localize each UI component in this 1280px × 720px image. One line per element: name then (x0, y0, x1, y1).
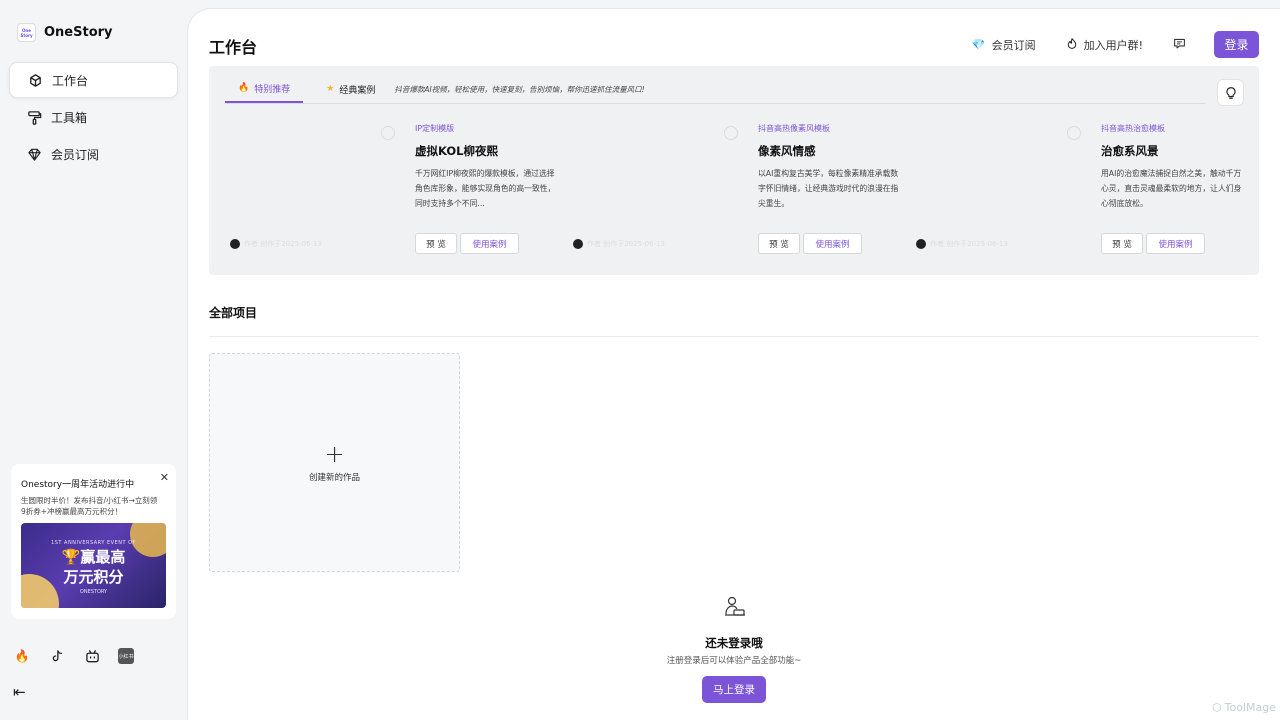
feature-hint: 抖音爆款AI视频，轻松使用，快速复刻，告别烦恼，帮你迅速抓住流量风口! (394, 84, 645, 94)
membership-label: 会员订阅 (991, 38, 1036, 52)
sidebar-item-toolbox[interactable]: 工具箱 (9, 99, 178, 135)
app-name: OneStory (44, 25, 113, 40)
close-icon[interactable]: ✕ (160, 471, 169, 484)
plus-icon: + (324, 439, 345, 468)
feature-tabs: 🔥 特别推荐 ★ 经典案例 抖音爆款AI视频，轻松使用，快速复刻，告别烦恼，帮你… (225, 76, 1205, 104)
preview-button[interactable]: 预 览 (415, 233, 457, 254)
fire-icon: 🔥 (238, 83, 250, 93)
promo-title: Onestory一周年活动进行中 (21, 480, 135, 490)
xiaohongshu-icon[interactable]: 小红书 (118, 648, 134, 664)
create-project-card[interactable]: + 创建新的作品 (209, 353, 460, 572)
promo-banner[interactable]: 1ST ANNIVERSARY EVENT OF 🏆赢最高 万元积分 ONEST… (21, 523, 166, 608)
diamond-icon: 💎 (971, 38, 986, 51)
avatar (230, 239, 240, 249)
section-title: 全部项目 (209, 306, 258, 320)
login-button[interactable]: 登录 (1214, 31, 1259, 58)
card-actions: 预 览 使用案例 (758, 233, 865, 254)
empty-title: 还未登录哦 (705, 636, 763, 650)
page-title: 工作台 (209, 38, 258, 57)
avatar (573, 239, 583, 249)
template-card[interactable]: 作者 创作于2025-06-13 抖音高热像素风模板 像素风情感 以AI重构复古… (552, 121, 898, 261)
brand[interactable]: One Story OneStory (17, 23, 113, 42)
use-case-button[interactable]: 使用案例 (1146, 233, 1205, 254)
tab-classic-cases[interactable]: ★ 经典案例 (313, 75, 388, 103)
fire-icon[interactable]: 🔥 (13, 647, 31, 665)
paint-roller-icon (25, 108, 43, 126)
sidebar-item-membership[interactable]: 会员订阅 (9, 136, 178, 172)
lightbulb-icon[interactable] (1217, 79, 1244, 106)
card-tag: 抖音高热像素风模板 (758, 124, 830, 133)
top-nav: 💎 会员订阅 加入用户群! 登录 (942, 31, 1259, 58)
author-text: 作者 创作于2025-06-13 (244, 240, 322, 248)
card-title: 治愈系风景 (1101, 144, 1159, 158)
social-links: 🔥 小红书 (13, 647, 151, 665)
author-text: 作者 创作于2025-06-13 (930, 240, 1008, 248)
empty-state: 还未登录哦 注册登录后可以体验产品全部功能~ 马上登录 (634, 594, 834, 703)
app-logo: One Story (17, 23, 36, 42)
promo-banner-footer: ONESTORY (79, 589, 108, 595)
watermark: ⬡ ToolMage (1212, 701, 1276, 714)
tab-label: 特别推荐 (254, 84, 291, 95)
card-author: 作者 创作于2025-06-13 (230, 239, 322, 249)
message-icon (1173, 37, 1186, 53)
promo-banner-headline: 🏆赢最高 (61, 548, 126, 566)
use-case-button[interactable]: 使用案例 (460, 233, 519, 254)
sidebar: One Story OneStory 工作台 工具箱 会员订阅 Onestory… (0, 0, 187, 720)
bilibili-icon[interactable] (83, 647, 101, 665)
card-description: 用AI的治愈魔法捕捉自然之美，触动千万心灵，直击灵魂最柔软的地方，让人们身心彻底… (1101, 169, 1242, 208)
card-title: 像素风情感 (758, 144, 816, 158)
play-icon[interactable] (724, 126, 738, 140)
sidebar-item-label: 工作台 (52, 73, 89, 88)
card-author: 作者 创作于2025-06-13 (916, 239, 1008, 249)
card-description: 以AI重构复古美学，每粒像素精准承载数字怀旧情绪，让经典游戏时代的浪漫在指尖重生… (758, 169, 899, 208)
card-title: 虚拟KOL柳夜熙 (415, 144, 498, 158)
sidebar-item-label: 工具箱 (51, 110, 88, 125)
card-actions: 预 览 使用案例 (415, 233, 522, 254)
card-tag: 抖音高热治愈模板 (1101, 124, 1165, 133)
toolmage-logo-icon: ⬡ (1212, 701, 1222, 714)
join-group-link[interactable]: 加入用户群! (1066, 37, 1143, 53)
tab-special-recommend[interactable]: 🔥 特别推荐 (225, 75, 304, 103)
watermark-text: ToolMage (1224, 701, 1276, 714)
empty-description: 注册登录后可以体验产品全部功能~ (666, 656, 802, 666)
membership-link[interactable]: 💎 会员订阅 (972, 37, 1036, 53)
collapse-sidebar-icon[interactable]: ⇤ (13, 683, 26, 701)
featured-templates: 🔥 特别推荐 ★ 经典案例 抖音爆款AI视频，轻松使用，快速复刻，告别烦恼，帮你… (209, 66, 1259, 275)
preview-button[interactable]: 预 览 (758, 233, 800, 254)
login-now-button[interactable]: 马上登录 (702, 676, 766, 703)
card-author: 作者 创作于2025-06-13 (573, 239, 665, 249)
cube-icon (26, 71, 44, 89)
preview-button[interactable]: 预 览 (1101, 233, 1143, 254)
flame-icon (1066, 37, 1078, 53)
avatar (916, 239, 926, 249)
promo-card[interactable]: Onestory一周年活动进行中 生圆限时半价！发布抖音/小红书→立刻领9折券+… (11, 464, 176, 619)
play-icon[interactable] (381, 126, 395, 140)
star-icon: ★ (326, 84, 335, 94)
join-group-label: 加入用户群! (1083, 38, 1143, 52)
sidebar-item-label: 会员订阅 (51, 147, 100, 162)
diamond-icon (25, 145, 43, 163)
promo-banner-headline-2: 万元积分 (63, 568, 124, 586)
card-tag: IP定制模版 (415, 124, 455, 133)
promo-description: 生圆限时半价！发布抖音/小红书→立刻领9折券+冲榜赢最高万元积分！ (21, 496, 158, 516)
template-card[interactable]: 作者 创作于2025-06-13 抖音高热治愈模板 治愈系风景 用AI的治愈魔法… (895, 121, 1241, 261)
divider (209, 336, 1259, 337)
sidebar-item-workbench[interactable]: 工作台 (9, 62, 178, 98)
promo-banner-subtitle: 1ST ANNIVERSARY EVENT OF (51, 540, 136, 546)
use-case-button[interactable]: 使用案例 (803, 233, 862, 254)
play-icon[interactable] (1067, 126, 1081, 140)
card-actions: 预 览 使用案例 (1101, 233, 1208, 254)
sidebar-nav: 工作台 工具箱 会员订阅 (9, 62, 178, 173)
user-laptop-icon (634, 594, 834, 625)
main-panel: 工作台 💎 会员订阅 加入用户群! 登录 🔥 特别推荐 ★ 经典案例 抖音爆款A… (187, 8, 1280, 720)
tab-label: 经典案例 (339, 85, 376, 96)
tiktok-icon[interactable] (48, 647, 66, 665)
author-text: 作者 创作于2025-06-13 (587, 240, 665, 248)
message-button[interactable] (1173, 37, 1192, 53)
card-description: 千万网红IP柳夜熙的爆款模板，通过选择角色库形象，能够实现角色的高一致性，同时支… (415, 169, 556, 208)
create-project-label: 创建新的作品 (308, 472, 360, 483)
template-card[interactable]: 作者 创作于2025-06-13 IP定制模版 虚拟KOL柳夜熙 千万网红IP柳… (209, 121, 555, 261)
